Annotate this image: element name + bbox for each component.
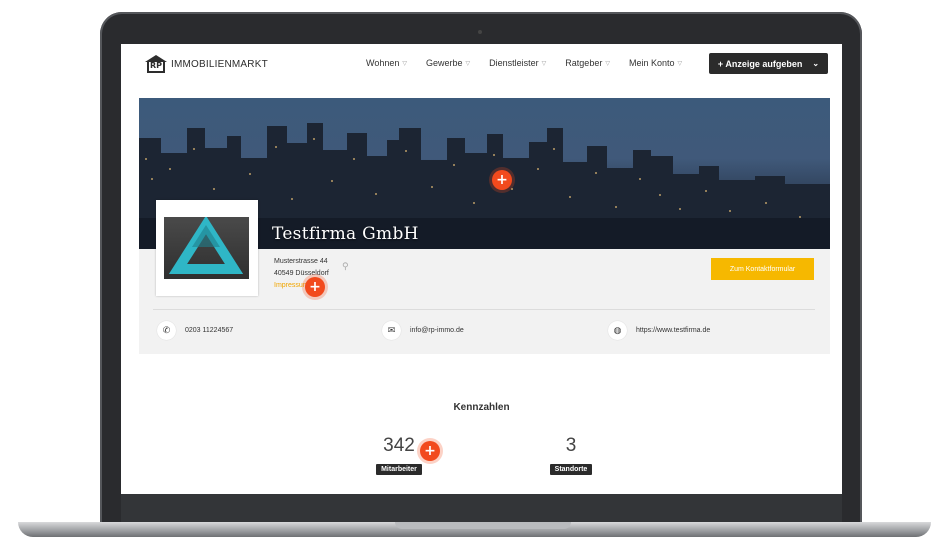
divider [153, 309, 815, 310]
anzeige-aufgeben-button[interactable]: + Anzeige aufgeben ⌄ [709, 53, 828, 74]
top-navigation: RP IMMOBILIENMARKT Wohnen ▽ Gewerbe ▽ Dien… [121, 44, 842, 84]
nav-item-ratgeber[interactable]: Ratgeber ▽ [565, 58, 610, 68]
stat-label: Mitarbeiter [376, 464, 422, 475]
nav-item-mein-konto[interactable]: Mein Konto ▽ [629, 58, 682, 68]
website-contact[interactable]: ◍ https://www.testfirma.de [608, 321, 710, 340]
map-pin-icon[interactable]: ⚲ [342, 262, 349, 272]
chevron-down-icon: ⌄ [812, 59, 820, 68]
plus-icon[interactable]: + [420, 441, 440, 461]
screen: RP IMMOBILIENMARKT Wohnen ▽ Gewerbe ▽ Dien… [121, 44, 842, 494]
company-address: Musterstrasse 44 40549 Düsseldorf [274, 256, 329, 280]
chevron-down-icon: ▽ [677, 60, 683, 67]
envelope-icon: ✉ [382, 321, 401, 340]
logo-mark: RP [147, 61, 165, 73]
globe-icon: ◍ [608, 321, 627, 340]
kennzahlen-title: Kennzahlen [453, 402, 510, 413]
house-logo-icon: RP [145, 55, 167, 73]
logo-text: IMMOBILIENMARKT [171, 58, 268, 70]
chevron-down-icon: ▽ [605, 60, 610, 67]
chevron-down-icon: ▽ [541, 60, 547, 67]
stat-value: 3 [565, 435, 577, 456]
contact-form-button[interactable]: Zum Kontaktformular [711, 258, 814, 280]
email-address: info@rp-immo.de [410, 327, 464, 334]
plus-icon[interactable]: + [492, 170, 512, 190]
triangle-logo-icon [168, 215, 244, 274]
nav-item-dienstleister[interactable]: Dienstleister ▽ [489, 58, 546, 68]
stat-label: Standorte [549, 464, 593, 475]
laptop-chin [121, 494, 842, 522]
phone-icon: ✆ [157, 321, 176, 340]
company-logo [156, 200, 258, 296]
address-street: Musterstrasse 44 [274, 258, 328, 265]
website-url: https://www.testfirma.de [636, 327, 711, 334]
main-menu: Wohnen ▽ Gewerbe ▽ Dienstleister ▽ Ratgeber… [366, 58, 682, 68]
chevron-down-icon: ▽ [465, 60, 471, 67]
phone-contact[interactable]: ✆ 0203 11224567 [157, 321, 233, 340]
nav-item-wohnen[interactable]: Wohnen ▽ [366, 58, 407, 68]
company-profile-card: Testfirma GmbH Musterstrasse 44 40549 Dü… [139, 98, 830, 354]
plus-icon[interactable]: + [305, 277, 325, 297]
phone-number: 0203 11224567 [185, 327, 234, 334]
camera [478, 30, 482, 34]
company-name: Testfirma GmbH [272, 224, 419, 244]
chevron-down-icon: ▽ [402, 60, 407, 67]
nav-item-gewerbe[interactable]: Gewerbe ▽ [426, 58, 470, 68]
impressum-link[interactable]: Impressum [274, 282, 309, 289]
email-contact[interactable]: ✉ info@rp-immo.de [382, 321, 464, 340]
laptop-notch [395, 522, 571, 529]
site-logo[interactable]: RP IMMOBILIENMARKT [145, 55, 268, 73]
stat-standorte: 3 Standorte [531, 436, 611, 475]
